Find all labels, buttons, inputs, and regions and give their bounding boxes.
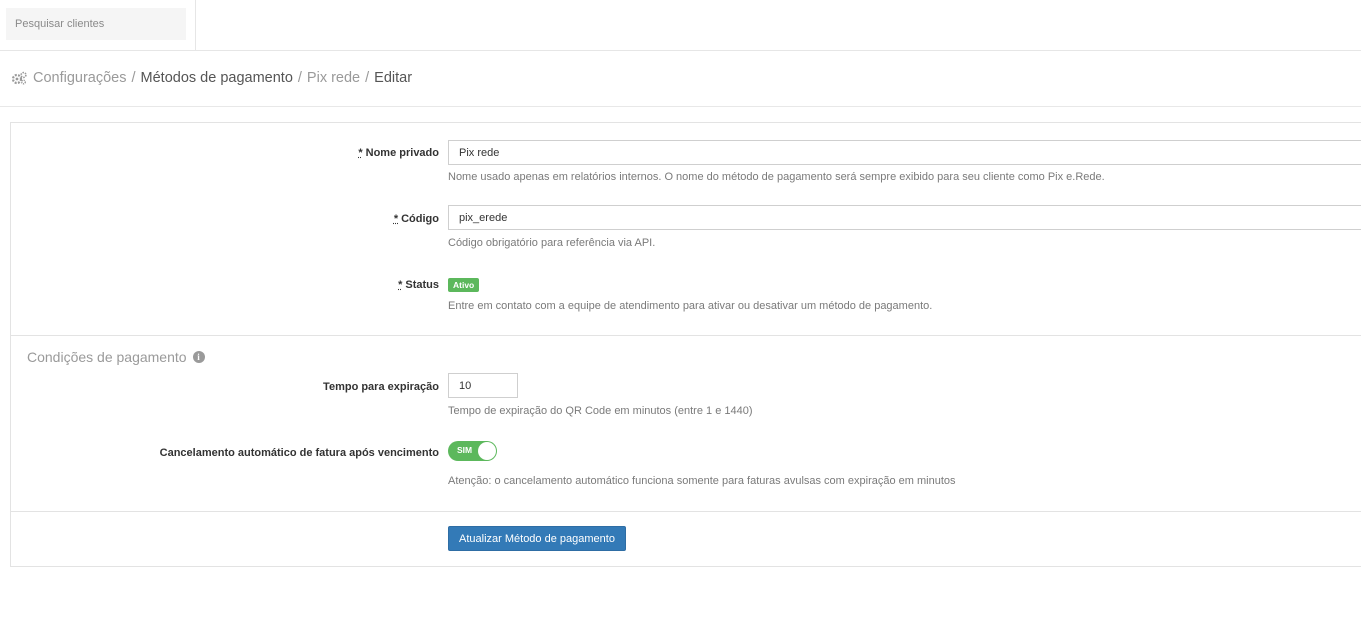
search-input[interactable]: [6, 8, 186, 40]
toggle-label: SIM: [457, 445, 473, 455]
breadcrumb-separator: /: [131, 70, 136, 86]
cancelamento-label: Cancelamento automático de fatura após v…: [159, 447, 439, 459]
search-container: [0, 0, 196, 50]
codigo-help: Código obrigatório para referência via A…: [448, 237, 656, 249]
codigo-label: * Código: [393, 213, 439, 225]
status-badge: Ativo: [448, 278, 480, 292]
cancelamento-help: Atenção: o cancelamento automático funci…: [448, 475, 956, 487]
codigo-input[interactable]: [448, 205, 1361, 230]
section-divider: [11, 335, 1361, 336]
info-icon[interactable]: i: [192, 351, 205, 363]
required-marker: *: [393, 213, 399, 225]
update-payment-method-button[interactable]: Atualizar Método de pagamento: [448, 526, 626, 551]
breadcrumb: Configurações / Métodos de pagamento / P…: [11, 69, 412, 87]
top-bar: [0, 0, 1361, 51]
status-help: Entre em contato com a equipe de atendim…: [448, 300, 933, 312]
nome-privado-help: Nome usado apenas em relatórios internos…: [448, 171, 1105, 183]
nome-privado-label: * Nome privado: [358, 147, 439, 159]
cancelamento-toggle[interactable]: SIM: [448, 441, 497, 461]
breadcrumb-separator: /: [365, 70, 370, 86]
status-label: * Status: [398, 279, 439, 291]
breadcrumb-separator: /: [297, 70, 302, 86]
breadcrumb-editar: Editar: [374, 70, 413, 86]
nome-privado-input[interactable]: [448, 140, 1361, 165]
edit-form-panel: *Nome privado Nome usado apenas em relat…: [10, 122, 1361, 567]
breadcrumb-metodos-pagamento[interactable]: Métodos de pagamento: [141, 70, 293, 86]
gears-icon: [11, 71, 27, 85]
breadcrumb-pix-rede[interactable]: Pix rede: [307, 70, 360, 86]
expiracao-help: Tempo de expiração do QR Code em minutos…: [448, 405, 753, 417]
breadcrumb-divider: [0, 106, 1361, 107]
conditions-section-title: Condições de pagamento i: [27, 349, 205, 365]
toggle-knob: [478, 442, 496, 460]
expiracao-label: Tempo para expiração: [323, 381, 439, 393]
required-marker: *: [358, 147, 363, 159]
required-marker: *: [398, 279, 403, 291]
actions-divider: [11, 511, 1361, 512]
expiracao-input[interactable]: [448, 373, 518, 398]
breadcrumb-configuracoes[interactable]: Configurações: [33, 70, 127, 86]
